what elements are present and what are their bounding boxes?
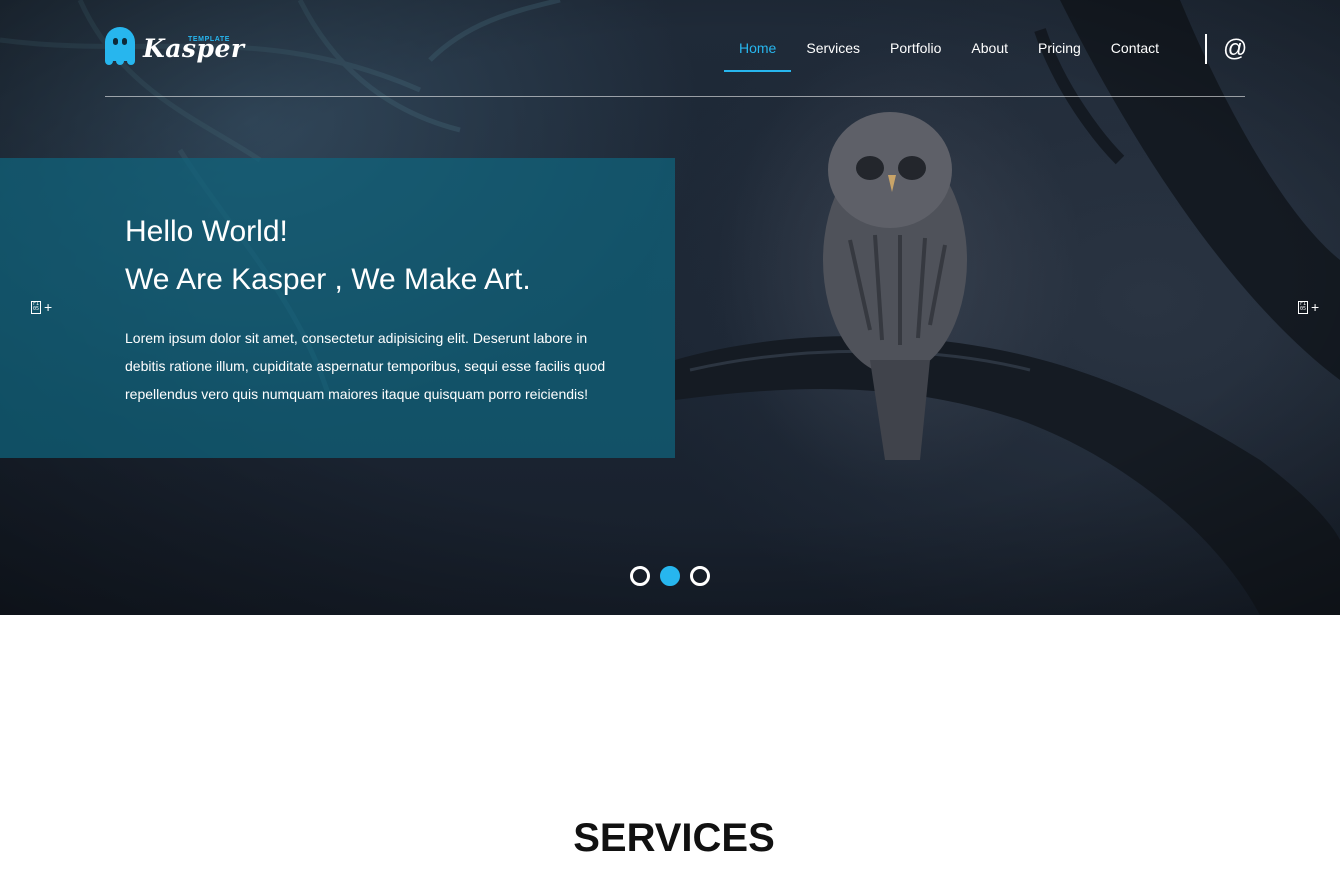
- chevron-right-icon: F1 05: [1298, 300, 1308, 314]
- nav-item-home[interactable]: Home: [724, 0, 792, 72]
- slider-prev-button[interactable]: F1 05 +: [31, 300, 52, 314]
- hero-subtitle: We Are Kasper , We Make Art.: [125, 263, 531, 296]
- plus-icon: +: [1311, 299, 1320, 315]
- brand-logo[interactable]: Kasper TEMPLATE: [105, 26, 244, 70]
- hero-title: Hello World!: [125, 215, 288, 248]
- slider-next-button[interactable]: F1 05 +: [1298, 300, 1319, 314]
- nav-divider: [1205, 34, 1207, 64]
- chevron-left-icon: F1 05: [31, 300, 41, 314]
- nav-item-pricing[interactable]: Pricing: [1023, 0, 1096, 72]
- brand-tag: TEMPLATE: [188, 36, 231, 43]
- nav-item-services[interactable]: Services: [791, 0, 875, 72]
- plus-icon: +: [44, 299, 53, 315]
- hero-text-box: Hello World! We Are Kasper , We Make Art…: [0, 158, 675, 458]
- main-nav: Home Services Portfolio About Pricing Co…: [724, 0, 1174, 72]
- ghost-icon: [105, 27, 135, 65]
- services-title: SERVICES: [573, 816, 775, 860]
- slider-bullet-1[interactable]: [630, 566, 650, 586]
- email-icon[interactable]: @: [1223, 34, 1247, 64]
- hero-slider: Kasper TEMPLATE Home Services Portfolio …: [0, 0, 1340, 615]
- header-underline: [105, 96, 1245, 97]
- nav-item-about[interactable]: About: [956, 0, 1023, 72]
- hero-description: Lorem ipsum dolor sit amet, consectetur …: [125, 330, 606, 402]
- nav-item-portfolio[interactable]: Portfolio: [875, 0, 956, 72]
- nav-item-contact[interactable]: Contact: [1096, 0, 1174, 72]
- slider-bullets: [630, 566, 710, 586]
- slider-bullet-2[interactable]: [660, 566, 680, 586]
- slider-bullet-3[interactable]: [690, 566, 710, 586]
